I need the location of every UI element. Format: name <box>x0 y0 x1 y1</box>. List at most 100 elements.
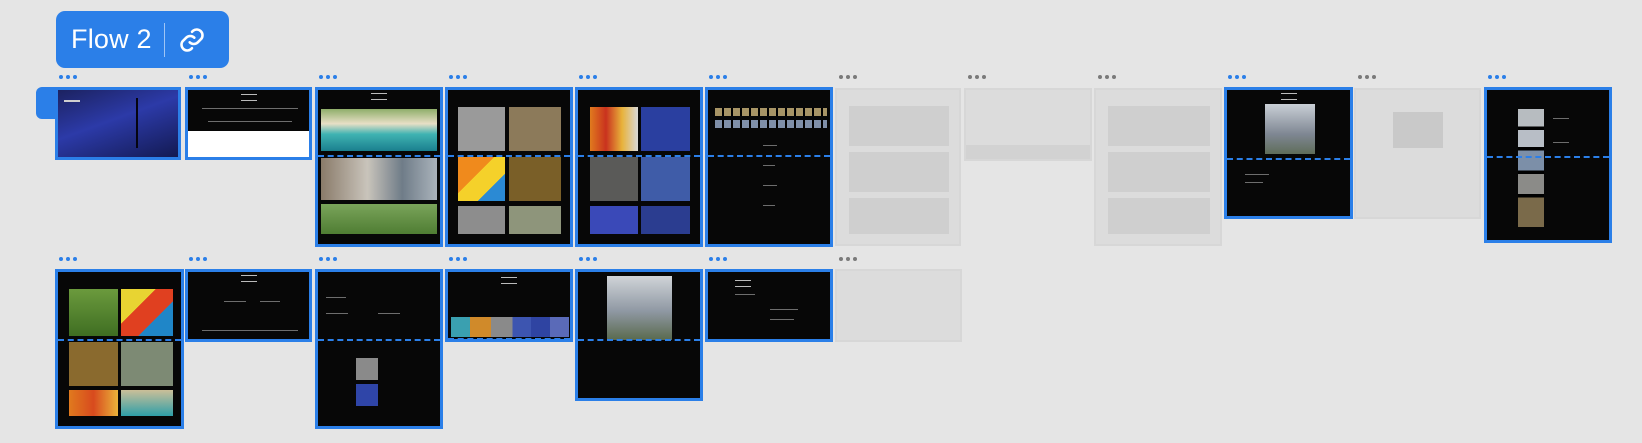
frame-text <box>770 319 794 320</box>
flow-badge[interactable]: Flow 2 <box>56 11 229 68</box>
frame-options-icon[interactable] <box>1228 75 1246 79</box>
frame-image <box>607 276 672 340</box>
frame-16[interactable] <box>445 269 573 342</box>
fold-line <box>448 338 570 339</box>
frame-options-icon[interactable] <box>59 75 77 79</box>
frame-options-icon[interactable] <box>839 75 857 79</box>
frame-options-icon[interactable] <box>1098 75 1116 79</box>
frame-2[interactable] <box>185 87 312 160</box>
frame-text <box>326 313 348 314</box>
frame-text <box>763 165 775 166</box>
frame-4[interactable] <box>445 87 573 247</box>
frame-image <box>121 342 173 386</box>
frame-image <box>69 289 118 336</box>
frame-image <box>590 157 638 201</box>
frame-3[interactable] <box>315 87 443 247</box>
frame-image <box>509 206 561 234</box>
frame-options-icon[interactable] <box>1358 75 1376 79</box>
frame-11[interactable] <box>1354 88 1481 219</box>
fold-line <box>448 155 570 157</box>
fold-line <box>58 339 181 341</box>
frame-image <box>121 390 173 416</box>
frame-9[interactable] <box>1094 88 1222 246</box>
frame-options-icon[interactable] <box>189 257 207 261</box>
frame-8[interactable] <box>964 88 1092 161</box>
frame-7[interactable] <box>835 88 961 246</box>
frame-text <box>260 301 280 302</box>
frame-image <box>1518 109 1544 227</box>
frame-18[interactable] <box>705 269 833 342</box>
frame-logo <box>240 275 257 282</box>
frame-text <box>763 185 777 186</box>
frame-image <box>69 342 118 386</box>
frame-text <box>1553 118 1569 119</box>
frame-image <box>121 289 173 336</box>
frame-14[interactable] <box>185 269 312 342</box>
frame-options-icon[interactable] <box>449 257 467 261</box>
frame-text <box>64 100 80 102</box>
frame-text <box>208 121 292 122</box>
frame-image <box>321 109 437 151</box>
frame-logo <box>240 94 257 101</box>
frame-image <box>590 206 638 234</box>
frame-image <box>356 358 378 380</box>
frame-logo <box>1280 93 1297 100</box>
frame-12[interactable] <box>1484 87 1612 243</box>
frame-image <box>715 120 827 128</box>
frame-5[interactable] <box>575 87 703 247</box>
frame-13[interactable] <box>55 269 184 429</box>
frame-options-icon[interactable] <box>968 75 986 79</box>
frame-image <box>458 157 505 201</box>
frame-options-icon[interactable] <box>839 257 857 261</box>
frame-text <box>202 108 298 109</box>
frame-image <box>1265 104 1315 154</box>
frame-options-icon[interactable] <box>319 75 337 79</box>
flow-title: Flow 2 <box>71 24 152 54</box>
frame-options-icon[interactable] <box>709 257 727 261</box>
frame-text <box>202 330 298 331</box>
link-icon[interactable] <box>165 26 219 54</box>
frame-text <box>378 313 400 314</box>
frame-image <box>641 206 690 234</box>
frame-17[interactable] <box>575 269 703 401</box>
frame-options-icon[interactable] <box>579 257 597 261</box>
frame-body <box>188 131 309 157</box>
frame-image <box>69 390 118 416</box>
frame-options-icon[interactable] <box>189 75 207 79</box>
frame-options-icon[interactable] <box>59 257 77 261</box>
frame-image <box>509 157 561 201</box>
frame-10[interactable] <box>1224 87 1353 219</box>
frame-image <box>126 98 148 148</box>
frame-text <box>326 297 346 298</box>
frame-options-icon[interactable] <box>449 75 467 79</box>
frame-options-icon[interactable] <box>319 257 337 261</box>
fold-line <box>1487 156 1609 158</box>
frame-19[interactable] <box>835 269 962 342</box>
frame-options-icon[interactable] <box>709 75 727 79</box>
frame-options-icon[interactable] <box>579 75 597 79</box>
fold-line <box>318 155 440 157</box>
frame-options-icon[interactable] <box>1488 75 1506 79</box>
frame-15[interactable] <box>315 269 443 429</box>
frame-image <box>641 107 690 151</box>
frame-image <box>458 206 505 234</box>
frame-1[interactable] <box>55 87 181 160</box>
frame-text <box>1245 182 1263 183</box>
frame-image <box>321 204 437 234</box>
frame-image <box>451 317 569 337</box>
frame-image <box>321 158 437 200</box>
frame-image <box>849 106 949 234</box>
frame-6[interactable] <box>705 87 833 247</box>
frame-image <box>715 108 827 116</box>
frame-text <box>1553 142 1569 143</box>
fold-line <box>318 339 440 341</box>
frame-logo <box>501 277 517 284</box>
frame-image <box>356 384 378 406</box>
frame-logo <box>735 280 751 287</box>
fold-line <box>578 155 700 157</box>
fold-line <box>708 155 830 157</box>
frame-image <box>509 107 561 151</box>
frame-text <box>224 301 246 302</box>
frame-text <box>770 309 798 310</box>
fold-line <box>578 339 700 341</box>
